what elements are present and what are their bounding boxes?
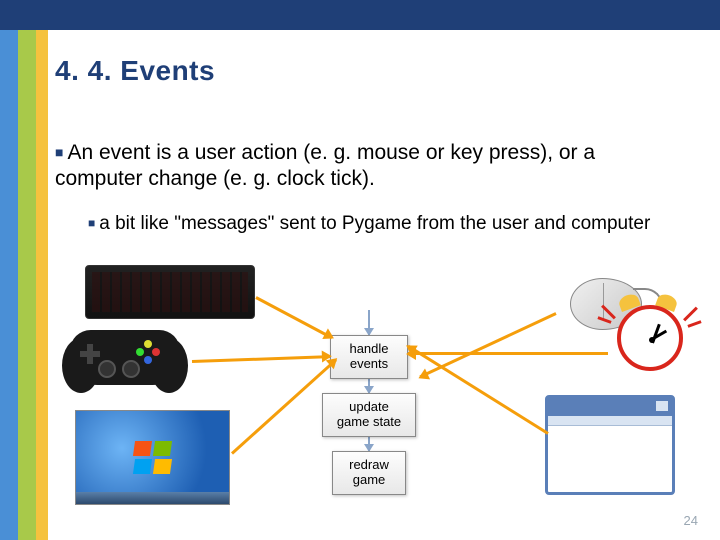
bullet-level-2: ■ a bit like "messages" sent to Pygame fr…	[88, 212, 680, 236]
bullet-square-icon: ■	[88, 216, 95, 230]
event-arrow-icon	[255, 296, 332, 339]
flow-box-handle-events: handle events	[330, 335, 408, 379]
application-window-icon	[545, 395, 675, 495]
windows-desktop-icon	[75, 410, 230, 505]
event-arrow-icon	[408, 352, 608, 355]
alarm-clock-icon	[605, 295, 700, 390]
bullet-square-icon: ■	[55, 144, 63, 160]
page-number: 24	[684, 513, 698, 528]
top-bar	[0, 0, 720, 30]
flow-box-update-state: update game state	[322, 393, 416, 437]
bullet-2-text: a bit like "messages" sent to Pygame fro…	[99, 213, 650, 234]
sidebar-stripe-yellow	[36, 30, 48, 540]
bullet-level-1: ■An event is a user action (e. g. mouse …	[55, 140, 680, 193]
keyboard-icon	[85, 265, 255, 319]
flow-box-redraw-game: redraw game	[332, 451, 406, 495]
bullet-1-text: An event is a user action (e. g. mouse o…	[55, 141, 595, 190]
event-arrow-icon	[192, 355, 330, 363]
sidebar-stripe-green	[18, 30, 36, 540]
sidebar-stripe-blue	[0, 30, 18, 540]
event-arrow-icon	[407, 345, 549, 435]
slide-title: 4. 4. Events	[55, 55, 215, 87]
gamepad-icon	[60, 320, 190, 400]
